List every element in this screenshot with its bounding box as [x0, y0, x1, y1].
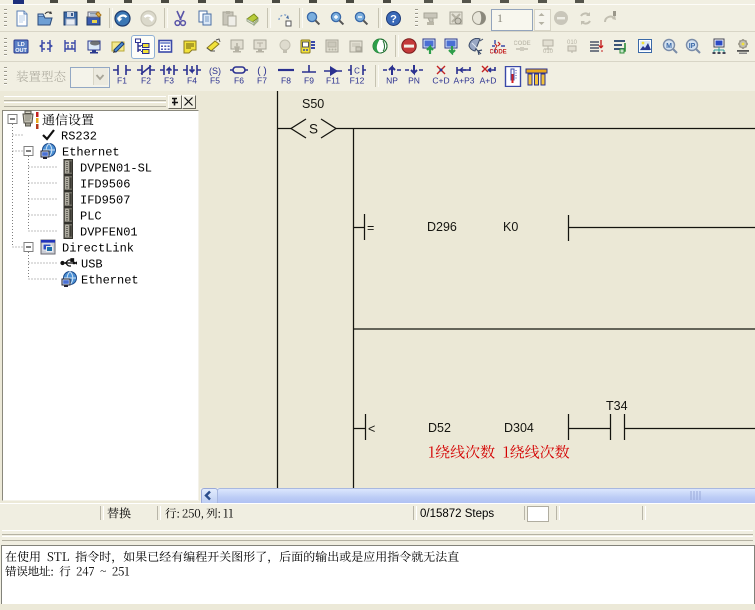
svg-text:Ethernet: Ethernet [62, 146, 120, 160]
svg-text:D296: D296 [427, 220, 457, 234]
svg-text:IFD9507: IFD9507 [80, 194, 130, 208]
svg-text:0/15872 Steps: 0/15872 Steps [420, 508, 494, 520]
svg-text:F6: F6 [234, 76, 244, 86]
svg-text:T34: T34 [606, 399, 628, 413]
svg-text:C: C [354, 67, 360, 76]
svg-text:CODE: CODE [490, 50, 507, 56]
svg-text:010: 010 [567, 40, 578, 46]
svg-text:S50: S50 [302, 97, 324, 111]
svg-text:C+D: C+D [432, 76, 449, 86]
svg-text:F9: F9 [304, 76, 314, 86]
svg-text:Ethernet: Ethernet [81, 274, 139, 288]
svg-text:K0: K0 [503, 220, 518, 234]
svg-text:D304: D304 [504, 421, 534, 435]
svg-text:OUT: OUT [15, 48, 27, 54]
svg-text:F11: F11 [326, 76, 340, 86]
svg-text:<: < [368, 422, 375, 436]
svg-text:F7: F7 [257, 76, 267, 86]
svg-text:?: ? [390, 14, 397, 26]
svg-text:USB: USB [81, 258, 103, 272]
svg-text:=: = [367, 221, 374, 235]
svg-text:F12: F12 [350, 76, 365, 86]
svg-text:D52: D52 [428, 421, 451, 435]
svg-text:PN: PN [408, 76, 420, 86]
svg-text:RS232: RS232 [61, 130, 97, 144]
svg-text:A+D: A+D [480, 76, 497, 86]
svg-text:F3: F3 [164, 76, 174, 86]
svg-text:IFD9506: IFD9506 [80, 178, 130, 192]
svg-text:A+P3: A+P3 [453, 76, 474, 86]
svg-text:IP: IP [689, 43, 696, 50]
svg-text:DVPEN01-SL: DVPEN01-SL [80, 162, 152, 176]
svg-text:F1: F1 [117, 76, 127, 86]
svg-text:PLC: PLC [80, 210, 102, 224]
svg-text:F4: F4 [187, 76, 197, 86]
svg-text:DVPFEN01: DVPFEN01 [80, 226, 138, 240]
svg-text:CODE: CODE [514, 41, 531, 47]
svg-text:S: S [309, 122, 318, 137]
svg-text:(S): (S) [209, 66, 221, 76]
svg-text:010: 010 [543, 49, 554, 55]
svg-text:F2: F2 [141, 76, 151, 86]
svg-text:DirectLink: DirectLink [62, 242, 134, 256]
svg-text:M: M [666, 43, 672, 50]
svg-text:F5: F5 [210, 76, 220, 86]
svg-text:NP: NP [386, 76, 398, 86]
svg-text:F8: F8 [281, 76, 291, 86]
